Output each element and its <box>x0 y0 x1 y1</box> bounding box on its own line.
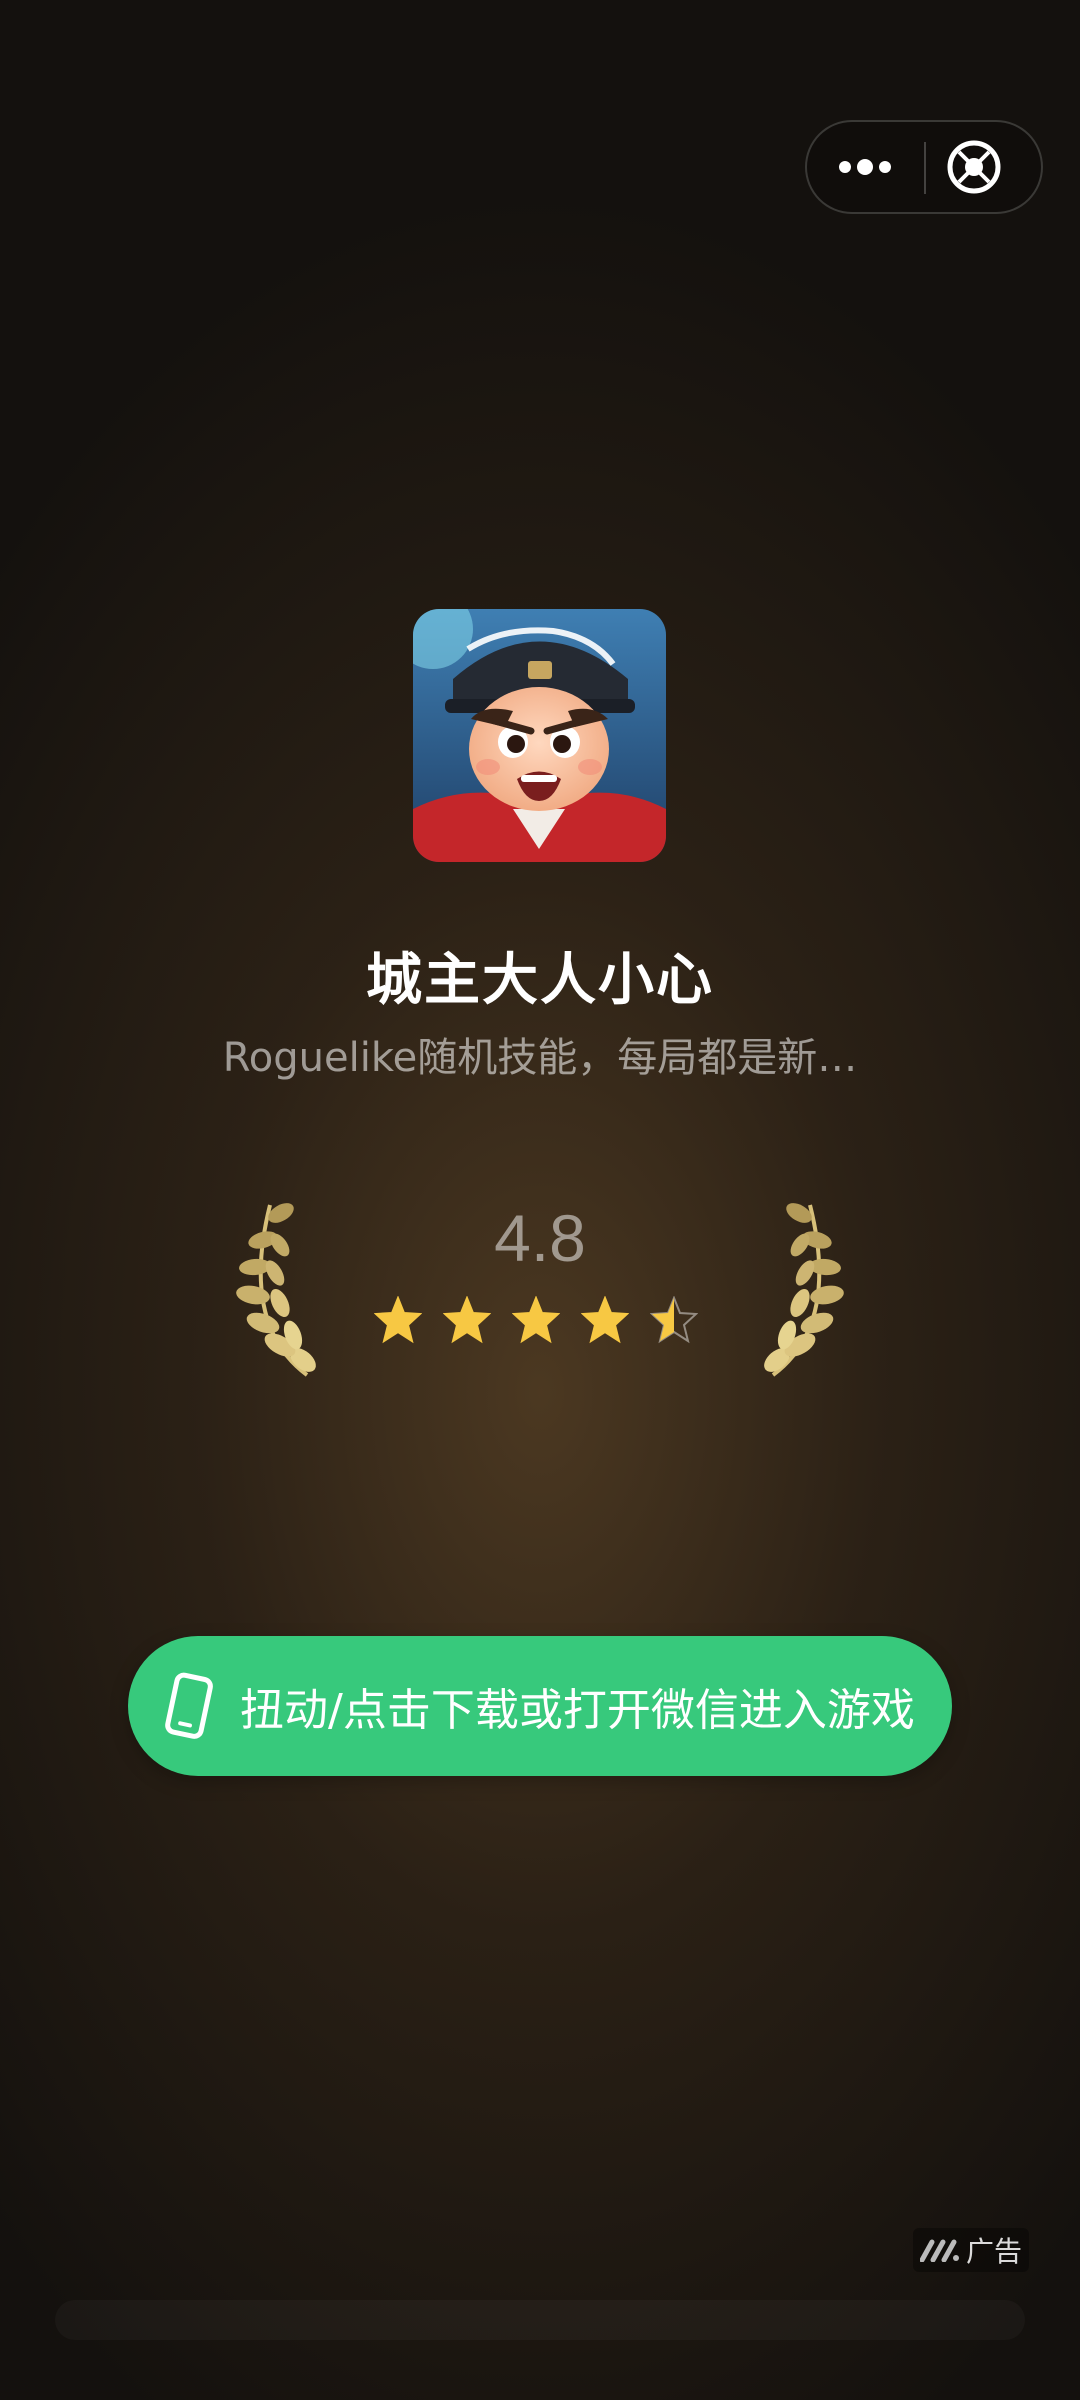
star-full-icon <box>443 1296 491 1344</box>
rating-stars <box>374 1296 714 1348</box>
ad-label: 广告 <box>965 2235 1022 2268</box>
app-title: 城主大人小心 <box>366 948 714 1013</box>
star-half-icon <box>650 1296 698 1344</box>
star-full-icon <box>374 1296 422 1344</box>
bottom-bar <box>55 2300 1025 2340</box>
close-target-icon <box>947 140 1001 194</box>
close-button[interactable] <box>937 130 1011 204</box>
rating-value: 4.8 <box>494 1201 586 1275</box>
more-button[interactable] <box>807 122 923 212</box>
game-character-icon <box>413 609 666 862</box>
ad-brand-icon <box>919 2239 959 2262</box>
cta-label: 扭动/点击下载或打开微信进入游戏 <box>240 1685 915 1736</box>
download-open-button[interactable]: 扭动/点击下载或打开微信进入游戏 <box>128 1636 952 1776</box>
app-icon[interactable] <box>413 609 666 862</box>
star-full-icon <box>581 1296 629 1344</box>
phone-icon <box>165 1672 213 1739</box>
mini-program-capsule <box>805 120 1043 214</box>
app-subtitle: Roguelike随机技能，每局都是新… <box>222 1035 858 1081</box>
ad-badge[interactable]: 广告 <box>913 2228 1029 2272</box>
capsule-divider <box>924 142 926 194</box>
star-full-icon <box>512 1296 560 1344</box>
more-dots-icon <box>839 159 891 175</box>
